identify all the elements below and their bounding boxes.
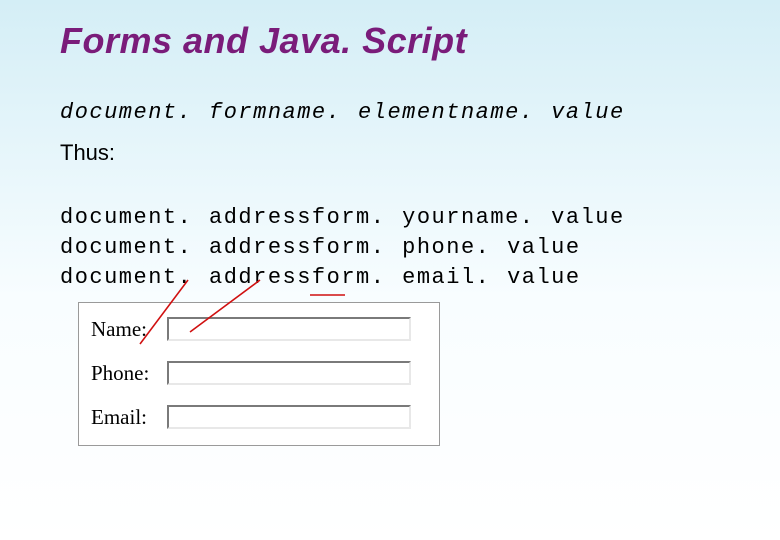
form-label-phone: Phone: — [91, 361, 167, 386]
form-figure: Name: Phone: Email: — [78, 302, 440, 446]
thus-label: Thus: — [60, 140, 115, 166]
syntax-pattern: document. formname. elementname. value — [60, 100, 625, 125]
phone-input[interactable] — [167, 361, 411, 385]
code-line-phone: document. addressform. phone. value — [60, 235, 581, 260]
form-label-email: Email: — [91, 405, 167, 430]
code-line-yourname: document. addressform. yourname. value — [60, 205, 625, 230]
name-input[interactable] — [167, 317, 411, 341]
form-row-name: Name: — [91, 313, 427, 345]
email-input[interactable] — [167, 405, 411, 429]
slide-title: Forms and Java. Script — [60, 20, 467, 62]
form-row-email: Email: — [91, 401, 427, 433]
code-line-email: document. addressform. email. value — [60, 265, 581, 290]
form-row-phone: Phone: — [91, 357, 427, 389]
slide: Forms and Java. Script document. formnam… — [0, 0, 780, 540]
form-label-name: Name: — [91, 317, 167, 342]
